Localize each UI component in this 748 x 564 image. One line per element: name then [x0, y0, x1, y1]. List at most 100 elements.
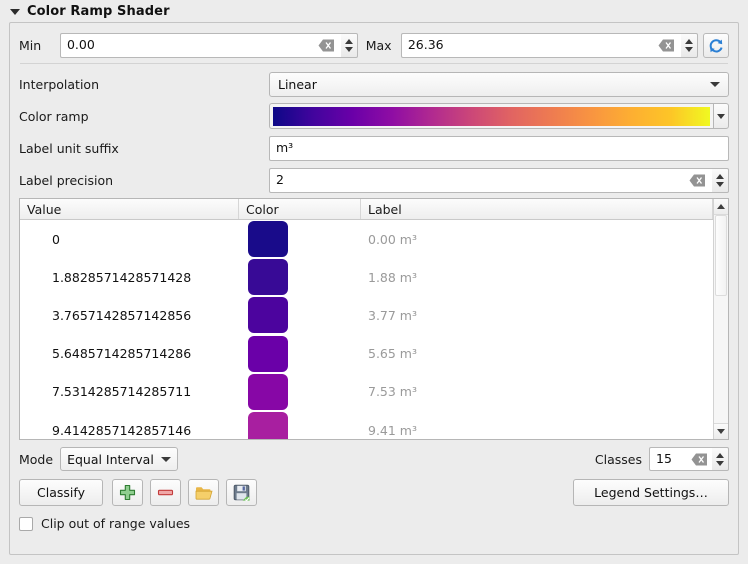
clip-values-row[interactable]: Clip out of range values	[19, 516, 729, 531]
cell-color[interactable]	[239, 258, 361, 296]
color-swatch[interactable]	[248, 336, 288, 372]
clear-icon[interactable]	[318, 39, 335, 52]
refresh-button[interactable]	[703, 33, 729, 58]
save-ramp-button[interactable]	[226, 479, 257, 506]
max-label: Max	[358, 38, 401, 53]
cell-value[interactable]: 0	[20, 220, 239, 258]
min-input[interactable]: 0.00	[60, 33, 341, 58]
refresh-icon	[708, 38, 724, 54]
color-ramp-preview[interactable]	[269, 103, 713, 129]
spinner-down-icon[interactable]	[345, 47, 353, 52]
classes-spinner[interactable]	[712, 447, 729, 471]
open-folder-icon	[195, 485, 213, 501]
scroll-down-icon[interactable]	[714, 423, 728, 439]
color-swatch[interactable]	[248, 374, 288, 410]
chevron-down-icon[interactable]	[710, 82, 720, 87]
spinner-up-icon[interactable]	[345, 39, 353, 44]
label-unit-suffix-value: m³	[276, 142, 722, 155]
label-precision-input[interactable]: 2	[269, 168, 712, 193]
spinner-down-icon[interactable]	[716, 182, 724, 187]
max-input[interactable]: 26.36	[401, 33, 681, 58]
spinner-up-icon[interactable]	[716, 453, 724, 458]
color-ramp-table[interactable]: Value Color Label 00.00 m³1.882857142857…	[19, 198, 729, 440]
color-swatch[interactable]	[248, 259, 288, 295]
table-row[interactable]: 9.4142857142857146 9.41 m³	[20, 411, 713, 439]
color-swatch[interactable]	[248, 221, 288, 257]
spinner-down-icon[interactable]	[685, 47, 693, 52]
cell-value[interactable]: 1.8828571428571428	[20, 258, 239, 296]
scrollbar-track[interactable]	[714, 215, 728, 423]
scroll-up-icon[interactable]	[714, 199, 728, 215]
color-swatch[interactable]	[248, 412, 288, 439]
cell-label[interactable]: 3.77 m³	[361, 296, 713, 334]
actions-row: Classify	[19, 479, 729, 506]
cell-label[interactable]: 7.53 m³	[361, 373, 713, 411]
label-precision-label: Label precision	[19, 173, 269, 188]
cell-color[interactable]	[239, 335, 361, 373]
clear-icon[interactable]	[691, 453, 708, 466]
spinner-up-icon[interactable]	[716, 174, 724, 179]
color-ramp-shader-panel: Color Ramp Shader Min 0.00 Max 26.	[0, 0, 748, 564]
spinner-down-icon[interactable]	[716, 461, 724, 466]
color-ramp-selector[interactable]	[269, 103, 729, 129]
classes-input[interactable]: 15	[649, 447, 712, 471]
table-row[interactable]: 3.7657142857142856 3.77 m³	[20, 296, 713, 334]
min-spinner[interactable]	[341, 33, 358, 58]
chevron-down-icon[interactable]	[161, 457, 171, 462]
min-max-row: Min 0.00 Max 26.36	[19, 32, 729, 59]
remove-minus-icon	[157, 484, 174, 501]
clip-values-checkbox[interactable]	[19, 517, 33, 531]
column-header-value[interactable]: Value	[20, 199, 239, 219]
panel-header[interactable]: Color Ramp Shader	[0, 0, 748, 21]
color-swatch[interactable]	[248, 297, 288, 333]
color-ramp-dropdown-button[interactable]	[713, 103, 729, 129]
cell-label[interactable]: 5.65 m³	[361, 335, 713, 373]
separator	[20, 63, 728, 64]
table-row[interactable]: 1.8828571428571428 1.88 m³	[20, 258, 713, 296]
cell-color[interactable]	[239, 411, 361, 439]
cell-color[interactable]	[239, 373, 361, 411]
cell-value[interactable]: 7.5314285714285711	[20, 373, 239, 411]
spinner-up-icon[interactable]	[685, 39, 693, 44]
cell-label[interactable]: 9.41 m³	[361, 411, 713, 439]
label-unit-suffix-input[interactable]: m³	[269, 136, 729, 161]
cell-label[interactable]: 0.00 m³	[361, 220, 713, 258]
clip-values-label: Clip out of range values	[41, 516, 190, 531]
remove-entry-button[interactable]	[150, 479, 181, 506]
chevron-down-icon[interactable]	[717, 114, 725, 119]
label-precision-spinner[interactable]	[712, 168, 729, 193]
column-header-color[interactable]: Color	[239, 199, 361, 219]
label-precision-value: 2	[276, 174, 689, 187]
cell-label[interactable]: 1.88 m³	[361, 258, 713, 296]
scrollbar-thumb[interactable]	[715, 215, 727, 296]
save-disk-icon	[233, 484, 250, 501]
cell-value[interactable]: 9.4142857142857146	[20, 411, 239, 439]
add-entry-button[interactable]	[112, 479, 143, 506]
column-header-label[interactable]: Label	[361, 199, 713, 219]
clear-icon[interactable]	[658, 39, 675, 52]
min-input-value: 0.00	[67, 39, 318, 52]
interpolation-select[interactable]: Linear	[269, 72, 729, 97]
mode-row: Mode Equal Interval Classes 15	[19, 447, 729, 471]
add-plus-icon	[119, 484, 136, 501]
color-ramp-row: Color ramp	[19, 102, 729, 130]
max-spinner[interactable]	[681, 33, 698, 58]
mode-select[interactable]: Equal Interval	[60, 447, 178, 471]
table-body: 00.00 m³1.88285714285714281.88 m³3.76571…	[20, 220, 713, 439]
label-precision-row: Label precision 2	[19, 166, 729, 194]
table-row[interactable]: 7.5314285714285711 7.53 m³	[20, 373, 713, 411]
cell-value[interactable]: 3.7657142857142856	[20, 296, 239, 334]
mode-label: Mode	[19, 452, 53, 467]
classify-button[interactable]: Classify	[19, 479, 103, 506]
table-row[interactable]: 0 0.00 m³	[20, 220, 713, 258]
cell-value[interactable]: 5.6485714285714286	[20, 335, 239, 373]
load-ramp-button[interactable]	[188, 479, 219, 506]
cell-color[interactable]	[239, 220, 361, 258]
cell-color[interactable]	[239, 296, 361, 334]
triangle-down-icon[interactable]	[10, 9, 20, 15]
table-header: Value Color Label	[20, 199, 713, 220]
table-row[interactable]: 5.6485714285714286 5.65 m³	[20, 335, 713, 373]
table-scrollbar[interactable]	[713, 199, 728, 439]
legend-settings-button[interactable]: Legend Settings…	[573, 479, 729, 506]
clear-icon[interactable]	[689, 174, 706, 187]
